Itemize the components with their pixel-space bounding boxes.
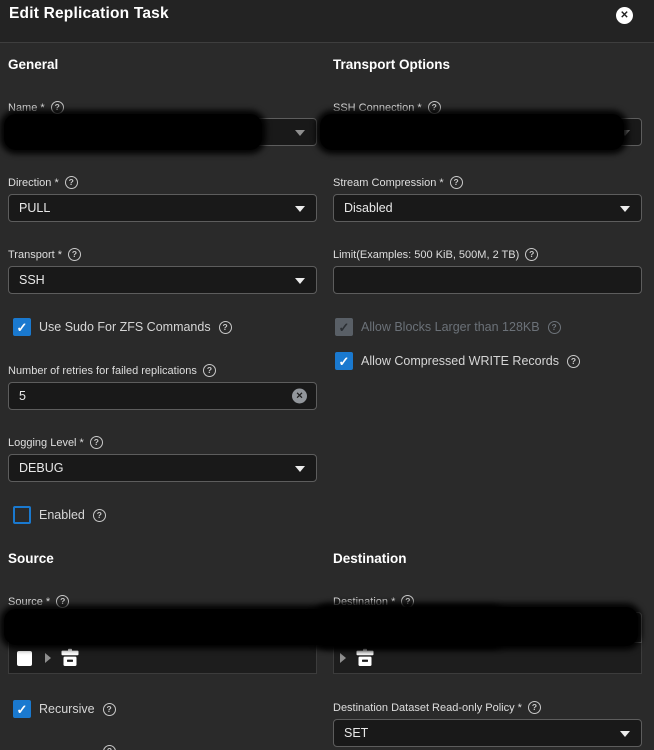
help-icon[interactable]: ? (64, 176, 78, 189)
ssh-connection-label-row: SSH Connection * ? (333, 101, 441, 114)
help-icon[interactable]: ? (202, 364, 216, 377)
recursive-label: Recursive (39, 702, 95, 716)
dialog-titlebar: Edit Replication Task ✕ (0, 0, 654, 43)
recursive-checkbox[interactable]: ✓ (13, 700, 31, 718)
dialog-title: Edit Replication Task (9, 5, 169, 22)
section-general: General (8, 57, 59, 72)
expand-arrow-icon[interactable] (45, 653, 51, 663)
retries-input[interactable] (19, 389, 306, 403)
name-label-row: Name * ? (8, 101, 64, 114)
help-icon[interactable]: ? (50, 101, 64, 114)
enabled-label: Enabled (39, 508, 85, 522)
stream-compression-label: Stream Compression * (333, 176, 444, 189)
edit-replication-task-dialog: Edit Replication Task ✕ General Transpor… (0, 0, 654, 750)
help-icon[interactable]: ? (527, 701, 541, 714)
readonly-policy-select[interactable]: SET (333, 719, 642, 747)
limit-input-wrap (333, 266, 642, 294)
help-icon[interactable]: ? (449, 176, 463, 189)
source-tree-row[interactable] (8, 643, 317, 674)
allow-compressed-checkbox[interactable]: ✓ (335, 352, 353, 370)
allow-blocks-label: Allow Blocks Larger than 128KB (361, 320, 540, 334)
stream-compression-label-row: Stream Compression * ? (333, 176, 463, 189)
chevron-down-icon (295, 206, 305, 212)
chevron-down-icon (295, 130, 305, 136)
help-icon[interactable]: ? (68, 248, 82, 261)
help-icon[interactable]: ? (566, 354, 580, 368)
retries-label-row: Number of retries for failed replication… (8, 364, 216, 377)
ssh-connection-select[interactable] (333, 118, 642, 146)
chevron-down-icon (295, 278, 305, 284)
destination-input[interactable] (333, 612, 642, 643)
destination-label-row: Destination * ? (333, 595, 415, 608)
chevron-down-icon (620, 206, 630, 212)
direction-label-row: Direction * ? (8, 176, 78, 189)
allow-compressed-label: Allow Compressed WRITE Records (361, 354, 559, 368)
help-icon[interactable]: ? (92, 508, 106, 522)
limit-label-row: Limit(Examples: 500 KiB, 500M, 2 TB) ? (333, 248, 539, 261)
use-sudo-row: ✓ Use Sudo For ZFS Commands ? (13, 318, 232, 336)
allow-blocks-row: ✓ Allow Blocks Larger than 128KB ? (335, 318, 561, 336)
help-icon[interactable]: ? (401, 595, 415, 608)
destination-tree-row[interactable] (333, 643, 642, 674)
help-icon[interactable]: ? (525, 248, 539, 261)
help-icon[interactable]: ? (56, 595, 70, 608)
help-icon[interactable]: ? (103, 745, 116, 750)
enabled-checkbox[interactable] (13, 506, 31, 524)
section-destination: Destination (333, 551, 407, 566)
recursive-row: ✓ Recursive ? (13, 700, 116, 718)
logging-level-value: DEBUG (19, 461, 64, 475)
use-sudo-label: Use Sudo For ZFS Commands (39, 320, 211, 334)
help-icon[interactable]: ? (547, 320, 561, 334)
name-label: Name * (8, 101, 45, 114)
allow-blocks-checkbox: ✓ (335, 318, 353, 336)
transport-label: Transport * (8, 248, 63, 261)
help-icon[interactable]: ? (102, 702, 116, 716)
stream-compression-select[interactable]: Disabled (333, 194, 642, 222)
close-icon[interactable]: ✕ (616, 7, 633, 24)
dataset-icon (355, 648, 375, 668)
section-transport-options: Transport Options (333, 57, 451, 72)
tree-checkbox[interactable] (17, 650, 32, 666)
help-icon[interactable]: ? (427, 101, 441, 114)
transport-label-row: Transport * ? (8, 248, 82, 261)
logging-level-label-row: Logging Level * ? (8, 436, 103, 449)
source-label: Source * (8, 595, 51, 608)
name-select[interactable] (8, 118, 317, 146)
readonly-policy-value: SET (344, 726, 369, 740)
help-icon[interactable]: ? (218, 320, 232, 334)
logging-level-label: Logging Level * (8, 436, 84, 449)
help-icon[interactable]: ? (89, 436, 103, 449)
chevron-down-icon (620, 731, 630, 737)
allow-compressed-row: ✓ Allow Compressed WRITE Records ? (335, 352, 580, 370)
transport-value: SSH (19, 273, 45, 287)
direction-label: Direction * (8, 176, 59, 189)
use-sudo-checkbox[interactable]: ✓ (13, 318, 31, 336)
direction-value: PULL (19, 201, 51, 215)
logging-level-select[interactable]: DEBUG (8, 454, 317, 482)
section-source: Source (8, 551, 54, 566)
transport-select[interactable]: SSH (8, 266, 317, 294)
enabled-row: Enabled ? (13, 506, 106, 524)
chevron-down-icon (295, 466, 305, 472)
source-input[interactable] (8, 612, 317, 643)
dataset-icon (60, 648, 80, 668)
chevron-down-icon (620, 130, 630, 136)
readonly-policy-label: Destination Dataset Read-only Policy * (333, 701, 522, 714)
expand-arrow-icon[interactable] (340, 653, 346, 663)
retries-label: Number of retries for failed replication… (8, 364, 197, 377)
stream-compression-value: Disabled (344, 201, 393, 215)
source-label-row: Source * ? (8, 595, 70, 608)
destination-label: Destination * (333, 595, 396, 608)
retries-input-wrap: ✕ (8, 382, 317, 410)
readonly-policy-label-row: Destination Dataset Read-only Policy * ? (333, 701, 541, 714)
limit-input[interactable] (344, 273, 631, 287)
limit-label: Limit(Examples: 500 KiB, 500M, 2 TB) (333, 248, 520, 261)
clear-icon[interactable]: ✕ (292, 388, 307, 404)
ssh-connection-label: SSH Connection * (333, 101, 422, 114)
direction-select[interactable]: PULL (8, 194, 317, 222)
